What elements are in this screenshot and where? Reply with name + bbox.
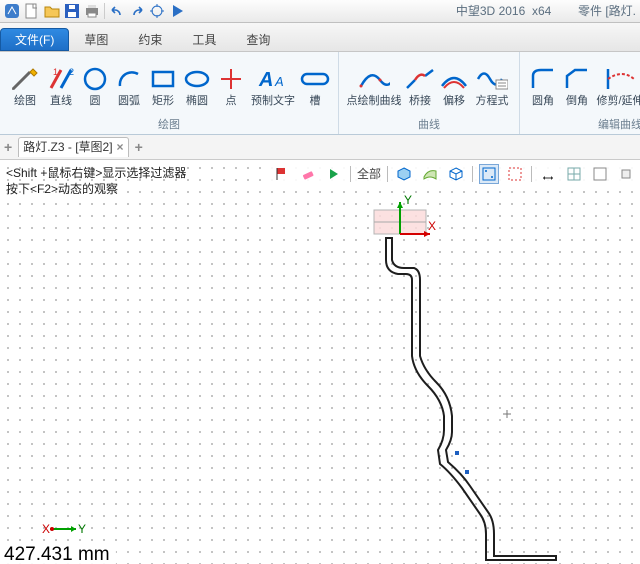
version-label: 2016	[499, 4, 526, 18]
ribbon-group-edit: 圆角 倒角 修剪/延伸 连接 修改 编辑曲线	[520, 52, 640, 134]
tool-rect[interactable]: 矩形	[146, 64, 180, 108]
filter-play-icon[interactable]	[324, 164, 344, 184]
doc-tab-label: 路灯.Z3 - [草图2]	[23, 140, 112, 154]
svg-text:X: X	[42, 522, 50, 536]
menu-tool[interactable]: 工具	[177, 28, 231, 51]
filter-dim-icon[interactable]	[538, 164, 558, 184]
svg-text:A: A	[258, 69, 273, 91]
close-icon[interactable]: ×	[117, 140, 124, 154]
ribbon-group-draw: 绘图 12直线 圆 圆弧 矩形 椭圆 点 AA预制文字 槽 绘图	[0, 52, 339, 134]
filter-c-icon[interactable]	[590, 164, 610, 184]
doctype-label: 零件	[578, 4, 602, 18]
tool-chamfer[interactable]: 倒角	[560, 64, 594, 108]
open-icon[interactable]	[44, 3, 60, 19]
brand-label: 中望3D	[456, 4, 495, 18]
dot-grid	[0, 160, 640, 564]
tab-add-icon[interactable]: +	[135, 139, 143, 156]
tab-addleft-icon[interactable]: +	[4, 139, 12, 156]
filter-d-icon[interactable]	[616, 164, 636, 184]
tool-point-curve[interactable]: 点绘制曲线	[345, 64, 403, 108]
undo-icon[interactable]	[109, 3, 125, 19]
save-icon[interactable]	[64, 3, 80, 19]
target-icon[interactable]	[149, 3, 165, 19]
arch-label: x64	[532, 4, 551, 18]
app-icon	[4, 3, 20, 19]
canvas[interactable]: 全部 <Shift +鼠标右键>显示选择过滤器 按下<F2>动态的观察 Y	[0, 160, 640, 564]
play-icon[interactable]	[169, 3, 185, 19]
svg-text:2: 2	[69, 67, 74, 77]
ribbon-group-curve: 点绘制曲线 桥接 偏移 方程式 曲线	[339, 52, 520, 134]
menu-constrain[interactable]: 约束	[123, 28, 177, 51]
tool-circle[interactable]: 圆	[78, 64, 112, 108]
tool-draw[interactable]: 绘图	[6, 64, 44, 108]
tool-fillet[interactable]: 圆角	[526, 64, 560, 108]
doc-tabs: + 路灯.Z3 - [草图2] × +	[0, 135, 640, 160]
filter-all-label[interactable]: 全部	[357, 167, 381, 181]
tool-pretext[interactable]: AA预制文字	[248, 64, 298, 108]
menu-query[interactable]: 查询	[231, 28, 285, 51]
filter-b-icon[interactable]	[505, 164, 525, 184]
filter-cube-icon[interactable]	[394, 164, 414, 184]
ribbon: 绘图 12直线 圆 圆弧 矩形 椭圆 点 AA预制文字 槽 绘图 点绘制曲线 桥…	[0, 52, 640, 135]
menu-file[interactable]: 文件(F)	[0, 28, 69, 51]
tool-equation[interactable]: 方程式	[471, 64, 513, 108]
filter-toolbar: 全部	[270, 164, 638, 184]
print-icon[interactable]	[84, 3, 100, 19]
filter-eraser-icon[interactable]	[298, 164, 318, 184]
filter-flag-icon[interactable]	[272, 164, 292, 184]
svg-text:A: A	[274, 74, 284, 89]
menu-sketch[interactable]: 草图	[69, 28, 123, 51]
svg-text:Y: Y	[78, 522, 86, 536]
group-label-edit: 编辑曲线	[526, 119, 640, 134]
docname-label: [路灯.	[605, 4, 636, 18]
filter-surface-icon[interactable]	[420, 164, 440, 184]
filter-grid-icon[interactable]	[564, 164, 584, 184]
tool-line[interactable]: 12直线	[44, 64, 78, 108]
tool-bridge[interactable]: 桥接	[403, 64, 437, 108]
tool-arc[interactable]: 圆弧	[112, 64, 146, 108]
menu-bar: 文件(F) 草图 约束 工具 查询	[0, 23, 640, 52]
filter-a-icon[interactable]	[479, 164, 499, 184]
new-icon[interactable]	[24, 3, 40, 19]
group-label-draw: 绘图	[6, 119, 332, 134]
tool-ellipse[interactable]: 椭圆	[180, 64, 214, 108]
group-label-curve: 曲线	[345, 119, 513, 134]
filter-wire-icon[interactable]	[446, 164, 466, 184]
svg-text:1: 1	[53, 67, 58, 77]
doc-tab[interactable]: 路灯.Z3 - [草图2] ×	[18, 137, 128, 156]
redo-icon[interactable]	[129, 3, 145, 19]
separator	[104, 3, 105, 19]
tool-trim[interactable]: 修剪/延伸	[594, 64, 640, 108]
title-bar: 中望3D 2016 x64 零件 [路灯.	[0, 0, 640, 23]
mini-axes-icon: Y X	[42, 518, 88, 540]
tool-slot[interactable]: 槽	[298, 64, 332, 108]
tool-offset[interactable]: 偏移	[437, 64, 471, 108]
tool-point[interactable]: 点	[214, 64, 248, 108]
status-measure: 427.431 mm	[2, 544, 116, 564]
